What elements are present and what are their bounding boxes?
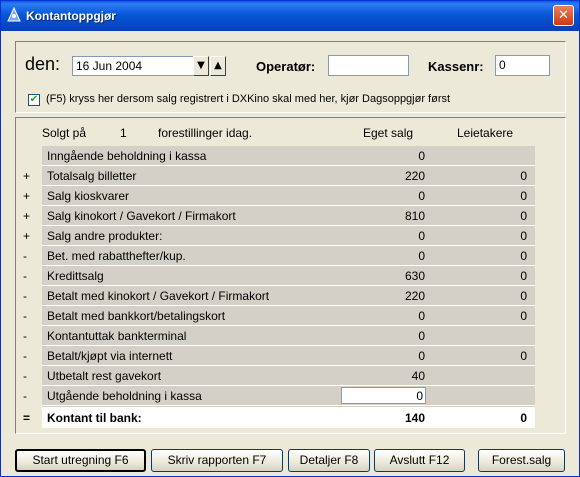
table-row: - Betalt med bankkort/betalingskort 0 0 bbox=[23, 306, 535, 326]
row-sign: - bbox=[23, 369, 27, 383]
row-label: Salg andre produkter: bbox=[47, 229, 163, 243]
details-button[interactable]: Detaljer F8 bbox=[288, 449, 370, 472]
row-eget: 0 bbox=[418, 309, 425, 323]
top-panel: den: 16 Jun 2004 ▼ ▲ Operatør: Kassenr: … bbox=[15, 41, 566, 113]
row-sign: - bbox=[23, 269, 27, 283]
table-row: + Salg kioskvarer 0 0 bbox=[23, 186, 535, 206]
row-sign: + bbox=[23, 209, 31, 223]
row-label: Salg kioskvarer bbox=[47, 189, 130, 203]
arrow-up-icon: ▲ bbox=[214, 60, 222, 71]
row-label: Kredittsalg bbox=[47, 269, 104, 283]
row-sign: - bbox=[23, 289, 27, 303]
row-label: Inngående beholdning i kassa bbox=[47, 149, 207, 163]
row-label: Kontantuttak bankterminal bbox=[47, 329, 187, 343]
table-row: - Kredittsalg 630 0 bbox=[23, 266, 535, 286]
row-sign: - bbox=[23, 349, 27, 363]
date-up-button[interactable]: ▲ bbox=[210, 56, 226, 76]
row-eget: 220 bbox=[404, 169, 425, 183]
show-sales-button[interactable]: Forest.salg bbox=[478, 449, 565, 472]
arrow-down-icon: ▼ bbox=[197, 60, 205, 71]
row-label: Utbetalt rest gavekort bbox=[47, 369, 162, 383]
include-dxkino-label: (F5) kryss her dersom salg registrert i … bbox=[46, 93, 451, 105]
row-sign: + bbox=[23, 169, 31, 183]
utgaende-beholdning-input[interactable]: 0 bbox=[341, 387, 426, 404]
solgt-pa-label: Solgt på bbox=[42, 126, 87, 140]
col-leietakere: Leietakere bbox=[457, 126, 514, 140]
row-leie: 0 bbox=[520, 411, 527, 425]
app-icon bbox=[7, 7, 21, 22]
row-leie: 0 bbox=[520, 269, 527, 283]
exit-button[interactable]: Avslutt F12 bbox=[374, 449, 465, 472]
operator-input[interactable] bbox=[328, 55, 409, 76]
window-title: Kontantoppgjør bbox=[26, 9, 116, 23]
start-calculation-button[interactable]: Start utregning F6 bbox=[15, 449, 146, 472]
row-leie: 0 bbox=[520, 209, 527, 223]
row-label: Bet. med rabatthefter/kup. bbox=[47, 249, 186, 263]
table-row: - Utbetalt rest gavekort 40 bbox=[23, 366, 535, 386]
row-leie: 0 bbox=[520, 349, 527, 363]
row-sign: - bbox=[23, 389, 27, 403]
row-label: Salg kinokort / Gavekort / Firmakort bbox=[47, 209, 236, 223]
row-label: Betalt med bankkort/betalingskort bbox=[47, 309, 226, 323]
row-sign: - bbox=[23, 329, 27, 343]
row-eget: 140 bbox=[404, 411, 425, 425]
table-row: + Salg kinokort / Gavekort / Firmakort 8… bbox=[23, 206, 535, 226]
date-down-button[interactable]: ▼ bbox=[193, 56, 209, 76]
print-report-button[interactable]: Skriv rapporten F7 bbox=[151, 449, 283, 472]
row-sign: + bbox=[23, 189, 31, 203]
total-row: = Kontant til bank: 140 0 bbox=[23, 406, 535, 428]
row-leie: 0 bbox=[520, 189, 527, 203]
row-eget: 0 bbox=[418, 229, 425, 243]
row-eget: 40 bbox=[411, 369, 425, 383]
row-eget: 0 bbox=[418, 349, 425, 363]
row-label: Betalt/kjøpt via internett bbox=[47, 349, 173, 363]
kassenr-input[interactable]: 0 bbox=[495, 55, 550, 76]
forestillinger-label: forestillinger idag. bbox=[158, 126, 253, 140]
row-eget: 0 bbox=[418, 249, 425, 263]
table-row: - Kontantuttak bankterminal 0 bbox=[23, 326, 535, 346]
kassenr-label: Kassenr: bbox=[428, 59, 484, 74]
row-label: Totalsalg billetter bbox=[47, 169, 137, 183]
row-leie: 0 bbox=[520, 309, 527, 323]
include-dxkino-checkbox[interactable]: ✔ bbox=[28, 94, 40, 106]
row-leie: 0 bbox=[520, 249, 527, 263]
date-field[interactable]: 16 Jun 2004 bbox=[72, 56, 196, 76]
table-row: - Betalt/kjøpt via internett 0 0 bbox=[23, 346, 535, 366]
col-eget-salg: Eget salg bbox=[363, 126, 414, 140]
row-sign: - bbox=[23, 249, 27, 263]
operator-label: Operatør: bbox=[256, 59, 316, 74]
row-leie: 0 bbox=[520, 229, 527, 243]
table-row: + Totalsalg billetter 220 0 bbox=[23, 166, 535, 186]
table-row: - Bet. med rabatthefter/kup. 0 0 bbox=[23, 246, 535, 266]
settlement-rows: Inngående beholdning i kassa 0 + Totalsa… bbox=[23, 146, 535, 428]
row-eget: 0 bbox=[418, 189, 425, 203]
kontantoppgjor-window: Kontantoppgjør ✕ den: 16 Jun 2004 ▼ ▲ Op… bbox=[0, 0, 580, 477]
row-eget: 810 bbox=[404, 209, 425, 223]
table-row: + Salg andre produkter: 0 0 bbox=[23, 226, 535, 246]
row-leie: 0 bbox=[520, 289, 527, 303]
close-icon: ✕ bbox=[558, 8, 569, 23]
row-eget: 0 bbox=[418, 149, 425, 163]
row-sign: - bbox=[23, 309, 27, 323]
row-label: Utgående beholdning i kassa bbox=[47, 389, 202, 403]
table-row: - Utgående beholdning i kassa 0 bbox=[23, 386, 535, 406]
row-sign: + bbox=[23, 229, 31, 243]
row-label: Kontant til bank: bbox=[47, 411, 142, 425]
row-eget: 220 bbox=[404, 289, 425, 303]
date-label: den: bbox=[25, 54, 61, 74]
row-eget: 630 bbox=[404, 269, 425, 283]
table-row: Inngående beholdning i kassa 0 bbox=[42, 146, 535, 166]
row-label: Betalt med kinokort / Gavekort / Firmako… bbox=[47, 289, 270, 303]
checkmark-icon: ✔ bbox=[29, 94, 39, 105]
table-row: - Betalt med kinokort / Gavekort / Firma… bbox=[23, 286, 535, 306]
row-sign: = bbox=[23, 411, 31, 425]
settlement-panel: Solgt på 1 forestillinger idag. Eget sal… bbox=[15, 117, 566, 434]
close-button[interactable]: ✕ bbox=[553, 5, 574, 26]
row-eget: 0 bbox=[418, 329, 425, 343]
row-leie: 0 bbox=[520, 169, 527, 183]
show-count: 1 bbox=[120, 126, 127, 140]
title-bar[interactable]: Kontantoppgjør ✕ bbox=[1, 1, 579, 31]
